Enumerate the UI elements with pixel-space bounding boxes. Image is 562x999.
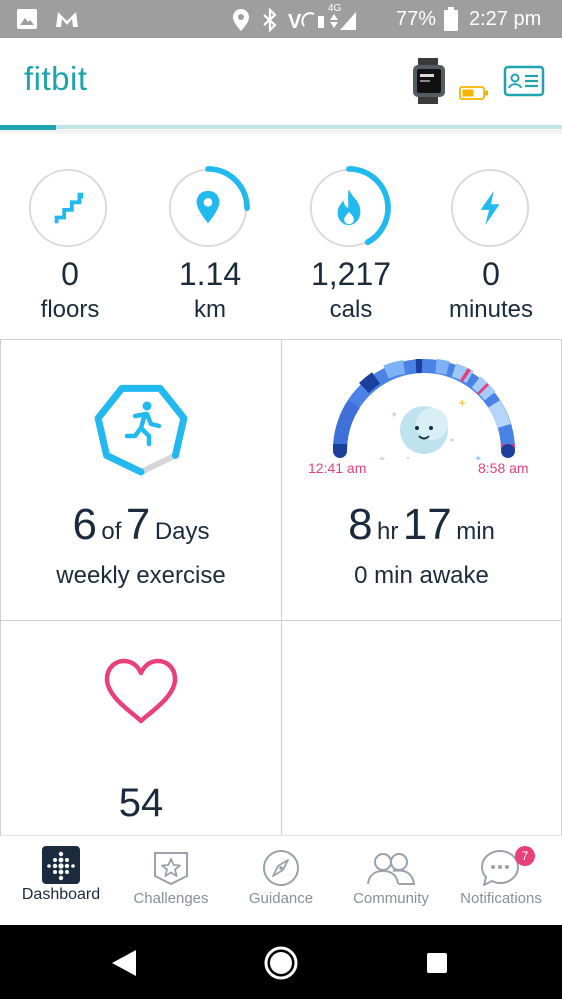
tab-label: Community [353, 890, 429, 907]
battery-status-icon [444, 7, 458, 31]
svg-text:+: + [458, 398, 466, 409]
empty-tile [282, 621, 561, 835]
tab-label: Dashboard [21, 886, 101, 903]
stat-value: 0 [482, 256, 500, 292]
exercise-total: 7 [125, 500, 151, 549]
location-status-icon [233, 9, 249, 31]
stat-calories[interactable]: 1,217 cals [281, 140, 421, 338]
recents-icon[interactable] [425, 951, 449, 975]
battery-percent: 77% [396, 8, 437, 30]
system-navigation-bar [0, 925, 562, 999]
sync-progress-track [0, 125, 562, 129]
tab-challenges[interactable]: Challenges [115, 836, 227, 926]
tab-label: Challenges [133, 890, 209, 907]
svg-text:V: V [288, 11, 302, 32]
stat-label: km [194, 296, 226, 323]
signal-icon: V [288, 11, 356, 32]
svg-text:✦: ✦ [390, 410, 398, 421]
sleep-stages-arc: ✦ + ★ ✦ [333, 358, 515, 460]
tab-community[interactable]: Community [335, 836, 447, 926]
running-person-icon [124, 401, 162, 447]
stat-label: cals [329, 296, 373, 323]
back-icon[interactable] [110, 948, 138, 978]
stat-label: minutes [448, 296, 534, 323]
stat-distance[interactable]: 1.14 km [140, 140, 280, 338]
sleep-minutes: 17 [402, 500, 452, 549]
gallery-icon [17, 9, 37, 29]
tab-label: Guidance [248, 890, 314, 907]
tab-notifications[interactable]: 7 Notifications [445, 836, 557, 926]
challenges-star-icon [154, 852, 188, 886]
stats-row: 0 floors 1.14 km 1,217 cals 0 minutes [0, 140, 562, 338]
compass-icon [263, 850, 299, 886]
resting-heart-rate: 54 [118, 781, 164, 825]
exercise-count: 6 [72, 500, 97, 549]
floors-ring [28, 168, 108, 248]
sleep-duration: 8 hr 17 min [282, 500, 561, 550]
clock: 2:27 pm [469, 8, 542, 30]
device-battery-icon [459, 86, 488, 100]
exercise-tile[interactable]: 6 of 7 Days weekly exercise [1, 340, 281, 620]
sleep-end-time: 8:58 am [478, 460, 529, 476]
tab-guidance[interactable]: Guidance [225, 836, 337, 926]
stat-value: 1.14 [178, 256, 242, 292]
stat-value: 0 [61, 256, 79, 292]
network-type: 4G [328, 3, 342, 14]
smiling-moon-icon [400, 406, 448, 454]
header-shadow [0, 130, 562, 136]
sleep-start-time: 12:41 am [308, 460, 367, 476]
bottom-navigation: Dashboard Challenges Guidance Community [0, 835, 562, 926]
status-bar: V 4G 77% 2:27 pm [0, 0, 562, 38]
heart-rate-tile[interactable]: 54 [1, 621, 281, 835]
fitbit-logo: fitbit [24, 60, 88, 97]
svg-text:★: ★ [378, 455, 386, 460]
home-icon[interactable] [262, 944, 300, 982]
stat-value: 1,217 [310, 256, 392, 292]
profile-card-icon[interactable] [503, 65, 545, 97]
sleep-tile[interactable]: ✦ + ★ ✦ 12:41 am 8:58 am 8 hr 17 min 0 m… [282, 340, 561, 620]
sleep-hours: 8 [348, 500, 373, 549]
calories-ring [307, 166, 391, 250]
app-header: fitbit [0, 38, 562, 133]
sleep-hr-unit: hr [377, 518, 399, 545]
exercise-subtitle: weekly exercise [56, 562, 226, 589]
community-people-icon [367, 853, 416, 885]
exercise-of: of [101, 518, 122, 545]
exercise-days: 6 of 7 Days [1, 500, 281, 550]
sleep-subtitle: 0 min awake [354, 562, 489, 589]
malwarebytes-icon [56, 12, 78, 27]
device-status[interactable] [410, 58, 492, 104]
notification-badge: 7 [515, 846, 535, 866]
sleep-min-unit: min [456, 518, 495, 545]
watch-device-icon [413, 58, 445, 104]
active-minutes-ring [450, 168, 530, 248]
exercise-heptagon [94, 384, 188, 476]
bluetooth-icon [263, 8, 277, 32]
tab-label: Notifications [460, 890, 542, 907]
stat-floors[interactable]: 0 floors [0, 140, 140, 338]
tab-dashboard[interactable]: Dashboard [5, 836, 117, 926]
heart-icon [104, 658, 178, 724]
distance-ring [166, 166, 250, 250]
exercise-unit: Days [154, 518, 210, 545]
stat-active-minutes[interactable]: 0 minutes [421, 140, 562, 338]
dashboard-icon [42, 846, 80, 884]
stat-label: floors [40, 296, 100, 323]
